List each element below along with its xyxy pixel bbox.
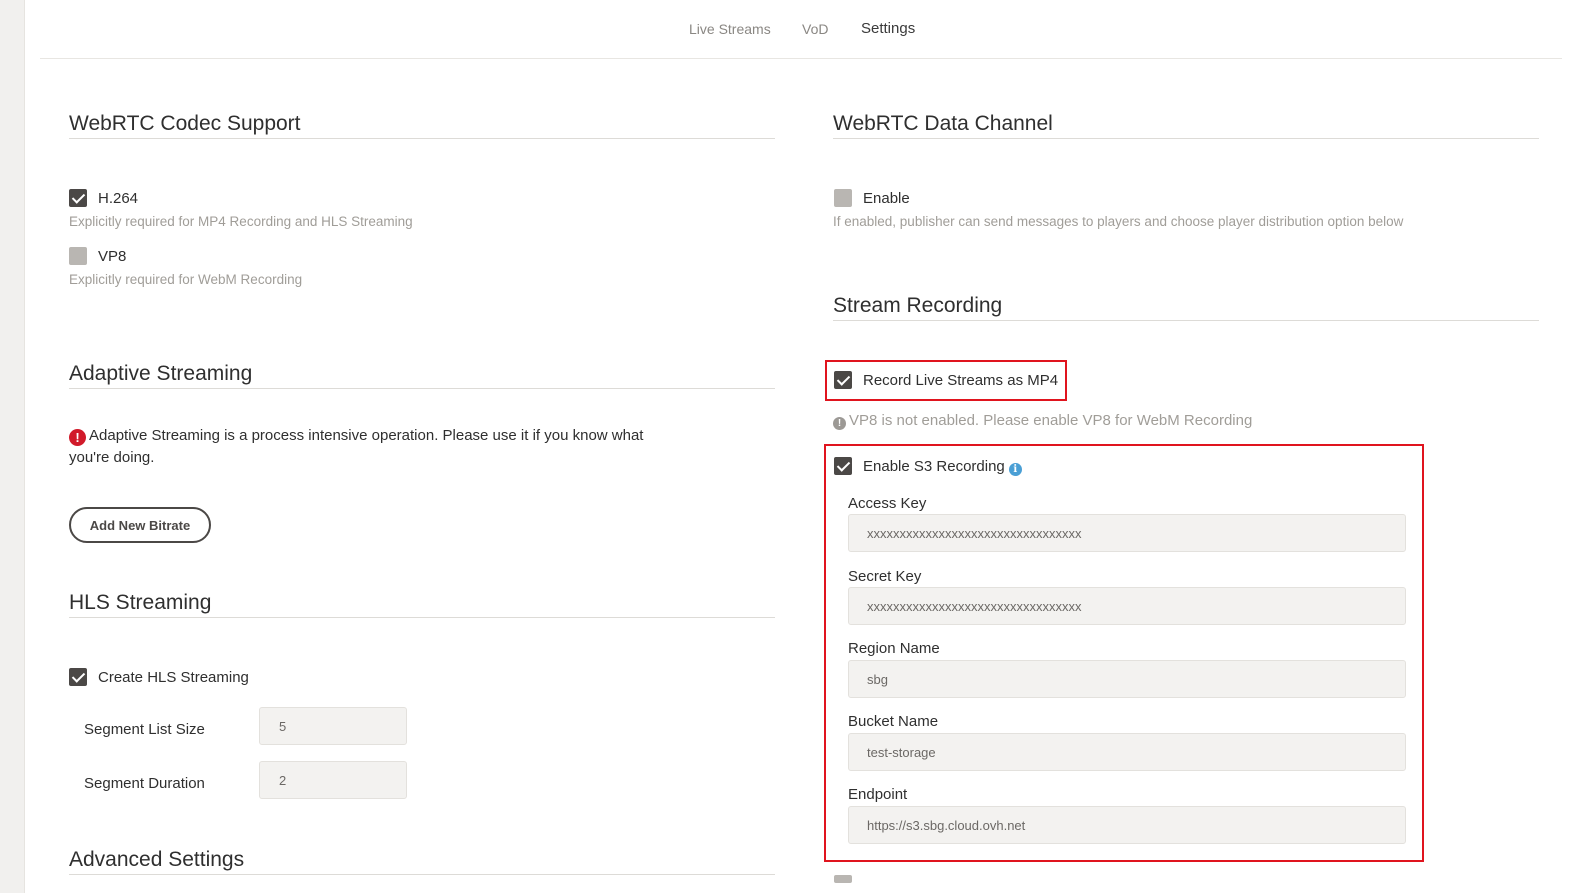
segment-list-size-label: Segment List Size [84,721,205,738]
info-icon[interactable]: i [1008,463,1022,476]
section-divider [69,617,775,618]
vp8-notice-text: VP8 is not enabled. Please enable VP8 fo… [849,412,1253,429]
info-icon: ! [833,417,846,430]
datachannel-enable-label: Enable [863,190,910,207]
adaptive-warning: ! Adaptive Streaming is a process intensi… [69,425,669,469]
record-mp4-checkbox[interactable] [834,371,852,389]
bucket-name-label: Bucket Name [848,713,939,730]
exclamation-icon: ! [69,429,86,446]
recording-section-title: Stream Recording [833,294,1003,317]
vp8-label: VP8 [98,248,127,265]
vp8-checkbox[interactable] [69,247,87,265]
section-divider [69,388,775,389]
record-mp4-label: Record Live Streams as MP4 [863,372,1059,389]
nav-vod[interactable]: VoD [802,21,828,37]
create-hls-checkbox[interactable] [69,668,87,686]
vp8-notice: ! VP8 is not enabled. Please enable VP8 f… [833,412,1252,430]
create-hls-label: Create HLS Streaming [98,669,249,686]
endpoint-label: Endpoint [848,786,908,803]
add-new-bitrate-button[interactable]: Add New Bitrate [69,507,211,543]
adaptive-section-title: Adaptive Streaming [69,362,253,385]
access-key-input[interactable]: xxxxxxxxxxxxxxxxxxxxxxxxxxxxxxxxx [848,514,1406,552]
segment-duration-input[interactable]: 2 [259,761,407,799]
hls-section-title: HLS Streaming [69,591,212,614]
left-rail [0,0,25,893]
h264-label: H.264 [98,190,139,207]
datachannel-enable-checkbox[interactable] [834,189,852,207]
nav-settings[interactable]: Settings [861,20,915,37]
secret-key-label: Secret Key [848,568,922,585]
segment-duration-label: Segment Duration [84,775,205,792]
section-divider [69,138,775,139]
region-name-input[interactable]: sbg [848,660,1406,698]
h264-checkbox[interactable] [69,189,87,207]
top-navigation: Live Streams VoD Settings [40,0,1562,59]
datachannel-hint: If enabled, publisher can send messages … [833,214,1404,229]
enable-s3-label-text: Enable S3 Recording [863,458,1005,475]
enable-s3-label: Enable S3 Recording i [863,458,1022,476]
endpoint-input[interactable]: https://s3.sbg.cloud.ovh.net [848,806,1406,844]
advanced-section-title: Advanced Settings [69,848,245,871]
adaptive-warning-text: Adaptive Streaming is a process intensiv… [69,427,644,466]
section-divider [69,874,775,875]
section-divider [833,320,1539,321]
secret-key-input[interactable]: xxxxxxxxxxxxxxxxxxxxxxxxxxxxxxxxx [848,587,1406,625]
h264-hint: Explicitly required for MP4 Recording an… [69,214,413,229]
access-key-label: Access Key [848,495,927,512]
section-divider [833,138,1539,139]
vp8-hint: Explicitly required for WebM Recording [69,272,303,287]
codec-section-title: WebRTC Codec Support [69,112,301,135]
region-name-label: Region Name [848,640,940,657]
datachannel-section-title: WebRTC Data Channel [833,112,1053,135]
enable-s3-checkbox[interactable] [834,457,852,475]
bucket-name-input[interactable]: test-storage [848,733,1406,771]
partial-checkbox[interactable] [834,875,852,883]
segment-list-size-input[interactable]: 5 [259,707,407,745]
nav-live-streams[interactable]: Live Streams [689,21,771,37]
